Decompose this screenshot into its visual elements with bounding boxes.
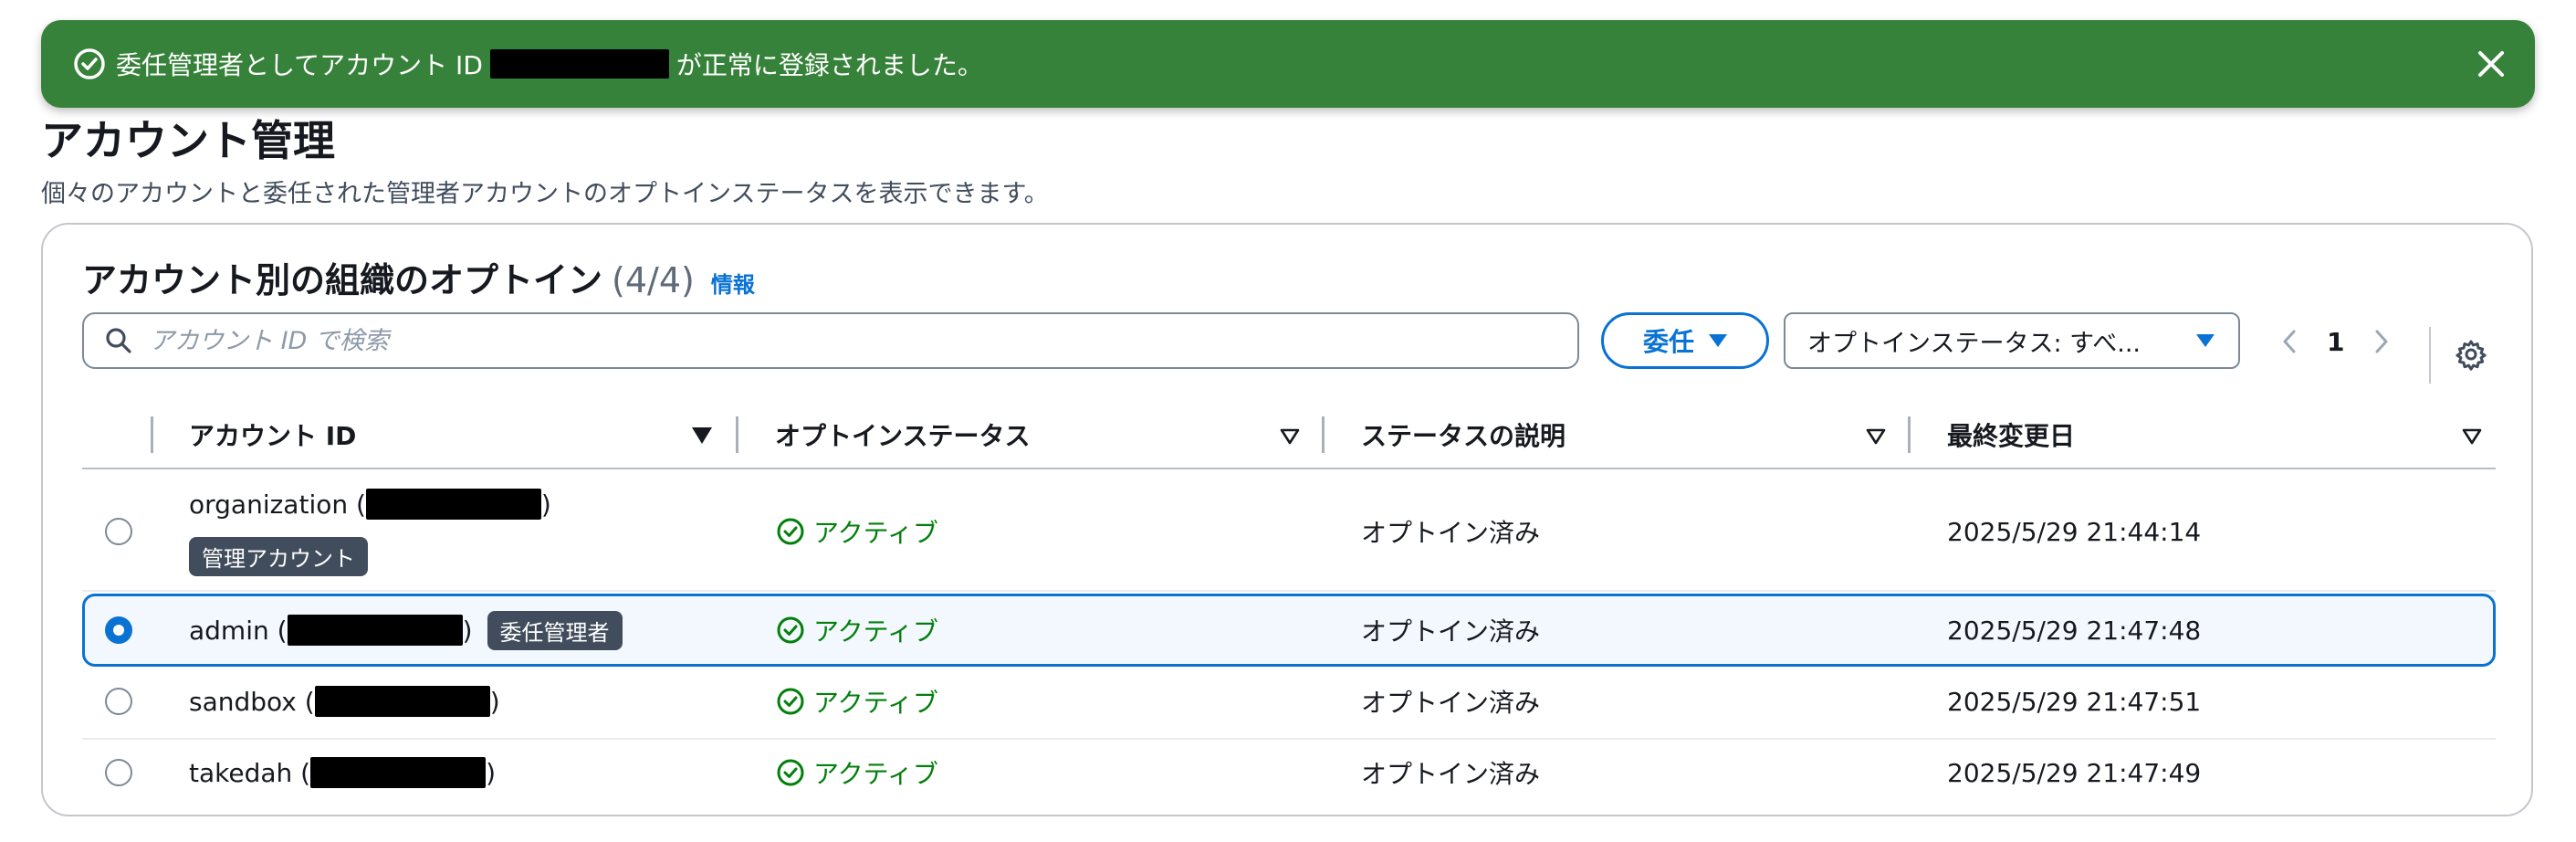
status-cell: アクティブ	[775, 754, 938, 791]
success-check-icon	[777, 688, 804, 715]
column-divider[interactable]	[1908, 416, 1911, 453]
account-name: organization (	[189, 489, 366, 520]
row-divider	[82, 738, 2496, 740]
account-name: takedah (	[189, 757, 311, 788]
page-title: アカウント管理	[41, 116, 335, 165]
pagination: 1	[2279, 323, 2392, 360]
sort-desc-icon[interactable]	[692, 427, 712, 444]
account-suffix: )	[462, 615, 473, 646]
account-suffix: )	[486, 757, 497, 788]
success-check-icon	[74, 48, 105, 79]
delegate-button[interactable]: 委任	[1601, 312, 1769, 369]
delegate-button-label: 委任	[1642, 327, 1694, 357]
account-suffix: )	[489, 686, 500, 717]
redacted-account-id	[310, 757, 487, 788]
search-box[interactable]	[82, 312, 1579, 369]
success-check-icon	[777, 616, 804, 644]
redacted-account-id	[365, 489, 541, 520]
account-suffix: )	[540, 489, 551, 520]
sort-icon[interactable]	[1280, 427, 1300, 446]
close-icon[interactable]	[2471, 44, 2511, 84]
account-id-cell: takedah ( )	[189, 754, 496, 791]
status-text: アクティブ	[813, 616, 938, 647]
info-link[interactable]: 情報	[711, 267, 755, 299]
description-cell: オプトイン済み	[1361, 616, 1541, 647]
header-divider	[82, 468, 2496, 469]
status-cell: アクティブ	[775, 683, 938, 720]
management-account-badge: 管理アカウント	[189, 536, 368, 576]
sort-icon[interactable]	[2462, 427, 2482, 446]
account-id-cell: sandbox ( )	[189, 683, 500, 720]
badge-cell: 管理アカウント	[189, 536, 368, 576]
chevron-left-icon[interactable]	[2279, 327, 2299, 356]
column-divider[interactable]	[1322, 416, 1325, 453]
sort-icon[interactable]	[1866, 427, 1886, 446]
modified-cell: 2025/5/29 21:44:14	[1947, 516, 2202, 547]
status-cell: アクティブ	[775, 513, 938, 550]
row-radio[interactable]	[105, 518, 132, 545]
redacted-account-id	[489, 49, 669, 79]
column-divider	[151, 416, 153, 453]
caret-down-icon	[2196, 334, 2215, 347]
row-divider	[82, 590, 2496, 592]
status-cell: アクティブ	[775, 612, 938, 648]
toolbar-divider	[2429, 327, 2431, 384]
redacted-account-id	[314, 686, 490, 717]
column-header-status-description[interactable]: ステータスの説明	[1361, 415, 1565, 455]
caret-down-icon	[1709, 334, 1727, 347]
column-header-account-id[interactable]: アカウント ID	[189, 415, 356, 455]
status-text: アクティブ	[813, 759, 938, 789]
description-cell: オプトイン済み	[1361, 688, 1541, 718]
current-page[interactable]: 1	[2327, 327, 2344, 357]
search-icon	[106, 328, 131, 353]
flash-message-before: 委任管理者としてアカウント ID	[116, 50, 483, 80]
status-text: アクティブ	[813, 518, 938, 548]
delegated-admin-badge: 委任管理者	[487, 610, 623, 650]
success-check-icon	[777, 759, 804, 786]
column-header-last-modified[interactable]: 最終変更日	[1947, 415, 2075, 455]
filter-selected-value: オプトインステータス: すべ...	[1807, 329, 2141, 358]
account-id-cell: admin ( ) 委任管理者	[189, 610, 623, 650]
accounts-table-container: アカウント別の組織のオプトイン (4/4) 情報 委任 オプトインステータス: …	[41, 223, 2533, 816]
account-id-cell: organization ( )	[189, 486, 551, 522]
redacted-account-id	[287, 615, 463, 646]
gear-icon[interactable]	[2455, 338, 2487, 371]
row-radio-selected[interactable]	[105, 616, 132, 644]
description-cell: オプトイン済み	[1361, 759, 1541, 789]
chevron-right-icon[interactable]	[2372, 327, 2392, 356]
status-text: アクティブ	[813, 688, 938, 718]
account-name: admin (	[189, 615, 288, 646]
table-count: (4/4)	[612, 260, 695, 300]
modified-cell: 2025/5/29 21:47:51	[1947, 686, 2202, 717]
account-name: sandbox (	[189, 686, 315, 717]
column-divider[interactable]	[736, 416, 738, 453]
row-radio[interactable]	[105, 759, 132, 786]
search-input[interactable]	[148, 325, 1521, 356]
description-cell: オプトイン済み	[1361, 518, 1541, 548]
row-radio[interactable]	[105, 688, 132, 715]
flash-message: 委任管理者としてアカウント ID が正常に登録されました。	[116, 20, 983, 108]
modified-cell: 2025/5/29 21:47:48	[1947, 615, 2202, 646]
success-check-icon	[777, 518, 804, 545]
column-header-opt-in-status[interactable]: オプトインステータス	[775, 415, 1030, 455]
modified-cell: 2025/5/29 21:47:49	[1947, 757, 2202, 788]
table-title: アカウント別の組織のオプトイン (4/4) 情報	[82, 252, 755, 302]
opt-in-status-filter[interactable]: オプトインステータス: すべ...	[1784, 312, 2240, 369]
flash-message-after: が正常に登録されました。	[675, 50, 983, 80]
page-description: 個々のアカウントと委任された管理者アカウントのオプトインステータスを表示できます…	[41, 180, 1049, 208]
success-flash-banner: 委任管理者としてアカウント ID が正常に登録されました。	[41, 20, 2535, 108]
table-title-text: アカウント別の組織のオプトイン	[82, 260, 603, 300]
